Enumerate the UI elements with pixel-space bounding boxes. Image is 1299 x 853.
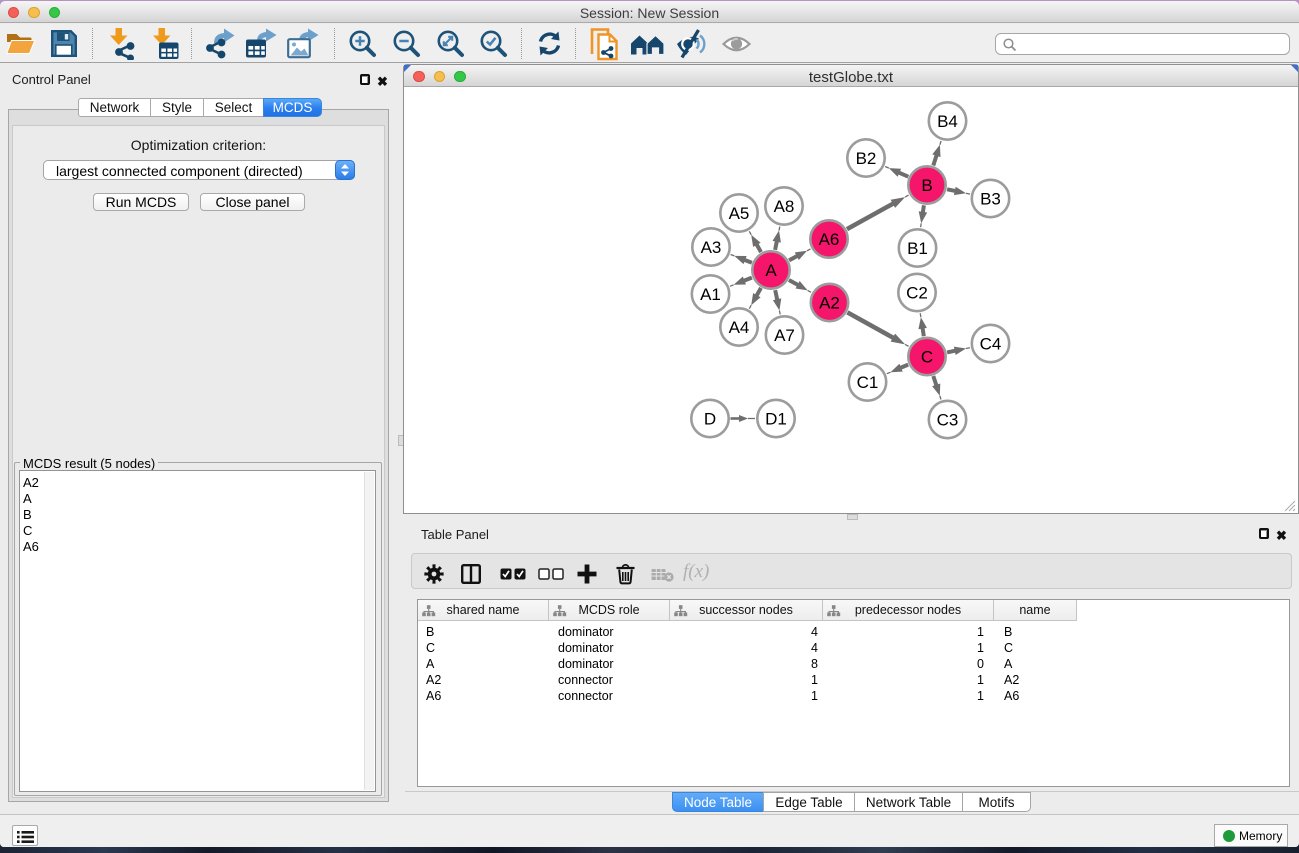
svg-text:A2: A2	[819, 294, 840, 313]
svg-text:C1: C1	[857, 373, 879, 392]
svg-text:D: D	[704, 410, 716, 429]
svg-text:A5: A5	[729, 204, 750, 223]
svg-text:C3: C3	[937, 411, 959, 430]
svg-text:A3: A3	[701, 238, 722, 257]
svg-text:B4: B4	[937, 112, 958, 131]
svg-text:B2: B2	[856, 149, 877, 168]
svg-text:A: A	[765, 261, 777, 280]
svg-text:C: C	[921, 348, 933, 367]
svg-text:A8: A8	[774, 197, 795, 216]
svg-text:B1: B1	[907, 239, 928, 258]
svg-text:B: B	[921, 176, 932, 195]
svg-text:D1: D1	[765, 410, 787, 429]
svg-text:A4: A4	[729, 318, 750, 337]
svg-text:C4: C4	[980, 335, 1002, 354]
svg-text:A7: A7	[774, 326, 795, 345]
svg-text:A6: A6	[819, 230, 840, 249]
svg-text:C2: C2	[906, 284, 928, 303]
svg-text:A1: A1	[700, 285, 721, 304]
svg-text:B3: B3	[980, 190, 1001, 209]
